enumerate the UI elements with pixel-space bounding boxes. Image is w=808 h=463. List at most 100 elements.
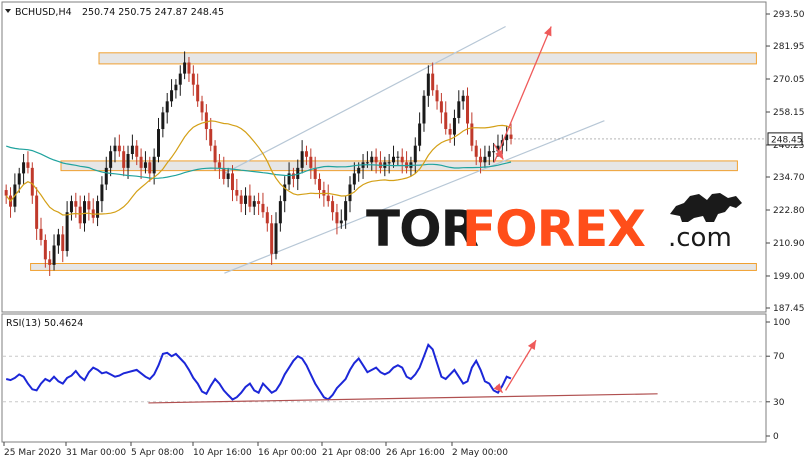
watermark-domain: .com — [668, 223, 732, 253]
candle — [461, 90, 465, 110]
candle — [509, 123, 513, 145]
time-tick-label: 26 Apr 16:00 — [386, 448, 445, 458]
candle — [200, 95, 204, 121]
ohlc-values: 250.74 250.75 247.87 248.45 — [82, 7, 224, 18]
candle — [265, 206, 269, 232]
candle — [122, 145, 126, 177]
candle — [130, 134, 134, 160]
rsi-tick-label: 0 — [773, 432, 779, 442]
price-zone — [30, 263, 757, 271]
bull-bear-logo-icon — [670, 193, 742, 222]
candle — [466, 87, 470, 135]
time-tick-label: 25 Mar 2020 — [4, 448, 61, 458]
price-tick-label: 234.70 — [773, 173, 805, 183]
price-tick-label: 293.50 — [773, 10, 805, 20]
candle — [278, 195, 282, 232]
symbol-label[interactable]: BCHUSD,H4 — [15, 7, 72, 18]
candle — [26, 151, 30, 174]
candle — [217, 154, 221, 179]
price-zone — [98, 52, 757, 65]
candle — [435, 84, 439, 110]
candle — [157, 117, 161, 163]
rsi-tick-label: 30 — [773, 398, 785, 408]
candle — [270, 214, 274, 265]
candle — [239, 190, 243, 213]
candle — [48, 251, 52, 276]
candle — [431, 62, 435, 96]
candle — [274, 212, 278, 260]
candle — [439, 93, 443, 124]
candle — [22, 154, 26, 185]
candle — [178, 65, 182, 96]
candle — [383, 156, 387, 177]
candle — [78, 195, 82, 229]
candle — [252, 195, 256, 215]
candle — [335, 203, 339, 235]
candle — [96, 195, 100, 227]
candle — [409, 156, 413, 177]
rsi-axis: 100 70 30 0 — [766, 318, 790, 442]
time-tick-label: 2 May 00:00 — [452, 448, 508, 458]
candle — [257, 192, 261, 215]
time-tick-label: 10 Apr 16:00 — [193, 448, 252, 458]
candle — [69, 195, 73, 221]
candle — [444, 101, 448, 135]
candle — [418, 112, 422, 152]
chart-window: TOR FOREX .com BCHUSD,H4 250.74 250.75 2… — [0, 0, 808, 463]
price-tick-label: 222.80 — [773, 206, 805, 216]
price-tick-label: 258.15 — [773, 108, 805, 118]
candle — [170, 79, 174, 107]
candle — [452, 109, 456, 146]
candle — [43, 234, 47, 268]
price-tick-label: 187.45 — [773, 304, 805, 314]
price-tick-label: 281.95 — [773, 42, 805, 52]
candle — [326, 184, 330, 207]
candle — [109, 145, 113, 177]
candle — [139, 148, 143, 179]
candle — [4, 184, 8, 204]
symbol-dropdown-icon[interactable] — [5, 9, 11, 13]
candle — [61, 226, 65, 263]
candle — [470, 112, 474, 152]
forecast-arrow-up — [493, 26, 552, 163]
rsi-label: RSI(13) 50.4624 — [6, 318, 83, 329]
candle — [13, 173, 17, 213]
candle — [174, 79, 178, 99]
candle — [318, 173, 322, 199]
candle — [322, 181, 326, 207]
candle — [283, 176, 287, 213]
rsi-tick-label: 70 — [773, 352, 785, 362]
candle — [9, 187, 13, 218]
candle — [248, 184, 252, 213]
candle — [331, 195, 335, 221]
rsi-panel-frame — [1, 313, 767, 443]
time-axis: 25 Mar 2020 31 Mar 00:00 5 Apr 08:00 10 Apr… — [3, 442, 508, 458]
rsi-line — [5, 342, 512, 401]
candle — [161, 106, 165, 138]
last-price-value: 248.45 — [771, 135, 803, 145]
price-tick-label: 199.00 — [773, 272, 805, 282]
price-tick-label: 210.90 — [773, 239, 805, 249]
candle — [87, 192, 91, 221]
candle — [35, 187, 39, 240]
candle — [309, 148, 313, 179]
candle — [361, 154, 365, 179]
candle — [457, 90, 461, 124]
trading-chart-canvas[interactable]: TOR FOREX .com BCHUSD,H4 250.74 250.75 2… — [0, 0, 808, 463]
candle — [191, 65, 195, 96]
candle — [165, 93, 169, 124]
candle — [56, 228, 60, 254]
candle — [65, 201, 69, 257]
candle — [117, 134, 121, 157]
time-tick-label: 31 Mar 00:00 — [66, 448, 126, 458]
candle — [422, 90, 426, 132]
candle — [426, 65, 430, 107]
candle — [126, 145, 130, 179]
forecast-arrows — [493, 26, 552, 163]
candle — [196, 73, 200, 107]
candle — [100, 176, 104, 213]
candle — [261, 192, 265, 218]
rsi-series — [5, 339, 658, 404]
candle — [235, 178, 239, 202]
rsi-levels — [3, 355, 765, 403]
